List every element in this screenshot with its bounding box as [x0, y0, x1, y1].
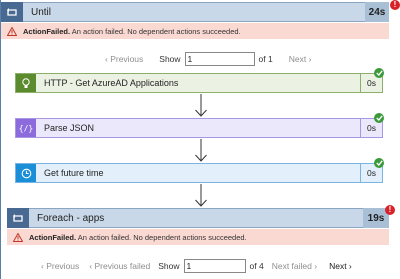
flow-arrow	[195, 184, 207, 207]
logic-app-run-view: Until 24s ! ActionFailed. An action fail…	[0, 0, 400, 279]
until-error-bar: ActionFailed. An action failed. No depen…	[1, 23, 389, 39]
until-show-label: Show	[159, 54, 181, 64]
until-page-count: of 1	[258, 54, 273, 64]
foreach-error-bar: ActionFailed. An action failed. No depen…	[7, 229, 389, 245]
foreach-pager: ‹ Previous ‹ Previous failed Show of 4 N…	[41, 258, 352, 274]
until-duration: 24s	[365, 2, 389, 22]
until-pager: ‹ Previous Show of 1 Next ›	[105, 51, 311, 67]
foreach-page-count: of 4	[249, 261, 264, 271]
warning-icon	[13, 232, 23, 242]
foreach-next-button[interactable]: Next	[329, 261, 346, 271]
foreach-previous-failed-button[interactable]: Previous failed	[94, 261, 150, 271]
loop-icon	[1, 2, 23, 22]
foreach-next-failed-button[interactable]: Next failed	[272, 261, 312, 271]
success-check-icon	[374, 113, 384, 123]
foreach-header[interactable]: Foreach - apps 19s	[7, 208, 389, 228]
flow-arrow	[195, 94, 207, 117]
foreach-title: Foreach - apps	[37, 212, 105, 224]
action-label: Parse JSON	[44, 123, 95, 133]
loop-icon	[7, 208, 29, 228]
next-failed-chevron-icon: ›	[311, 261, 318, 271]
action-label: Get future time	[44, 168, 104, 178]
until-title: Until	[31, 6, 52, 18]
next-chevron-icon: ›	[346, 261, 352, 271]
foreach-error-badge: !	[385, 205, 395, 215]
until-error-message: ActionFailed. An action failed. No depen…	[17, 27, 241, 36]
until-page-input[interactable]	[184, 52, 255, 66]
clock-icon	[16, 164, 36, 182]
foreach-error-code: ActionFailed.	[29, 232, 77, 242]
lightbulb-icon	[16, 74, 36, 92]
action-http-get-azuread-applications[interactable]: HTTP - Get AzureAD Applications 0s	[15, 73, 383, 93]
until-previous-button[interactable]: Previous	[110, 54, 143, 64]
foreach-error-message: ActionFailed. An action failed. No depen…	[23, 233, 247, 242]
next-chevron-icon: ›	[306, 54, 312, 64]
until-error-text: An action failed. No dependent actions s…	[70, 26, 241, 36]
success-check-icon	[374, 158, 384, 168]
foreach-error-text: An action failed. No dependent actions s…	[76, 232, 247, 242]
foreach-previous-button[interactable]: Previous	[46, 261, 79, 271]
action-get-future-time[interactable]: Get future time 0s	[15, 163, 383, 183]
curly-braces-icon: {/}	[16, 119, 36, 137]
success-check-icon	[374, 68, 384, 78]
until-error-badge: !	[390, 0, 400, 10]
action-parse-json[interactable]: {/} Parse JSON 0s	[15, 118, 383, 138]
until-error-code: ActionFailed.	[23, 26, 71, 36]
until-next-button[interactable]: Next	[289, 54, 306, 64]
warning-icon	[7, 26, 17, 36]
until-header[interactable]: Until 24s	[1, 2, 389, 22]
foreach-show-label: Show	[158, 261, 180, 271]
flow-arrow	[195, 139, 207, 162]
action-label: HTTP - Get AzureAD Applications	[44, 78, 179, 88]
foreach-page-input[interactable]	[183, 259, 246, 273]
